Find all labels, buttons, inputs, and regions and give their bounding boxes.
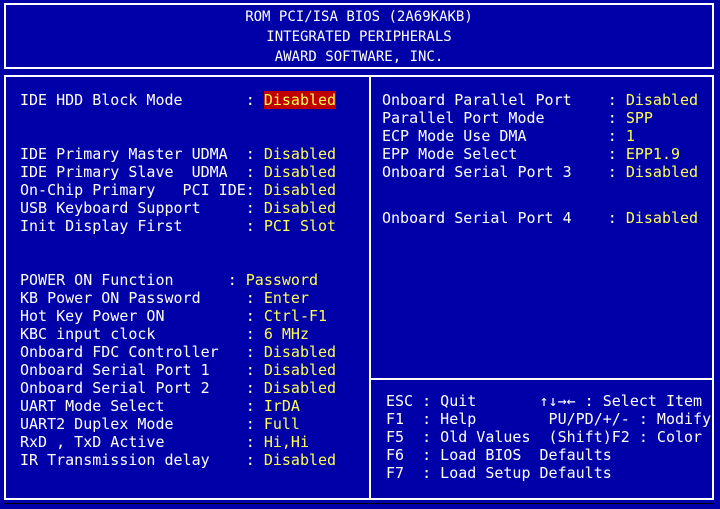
setting-value[interactable]: 1 — [626, 127, 635, 145]
setting-label: Onboard Serial Port 3 : — [382, 163, 626, 181]
setting-label: UART Mode Select : — [20, 397, 264, 415]
setting-row[interactable]: USB Keyboard Support : Disabled — [20, 199, 336, 217]
setting-label: IDE Primary Master UDMA : — [20, 145, 264, 163]
setting-value[interactable]: Disabled — [264, 343, 336, 361]
setting-label: Onboard Serial Port 1 : — [20, 361, 264, 379]
setting-value[interactable]: 6 MHz — [264, 325, 309, 343]
setting-label: KB Power ON Password : — [20, 289, 264, 307]
setting-value[interactable]: Password — [246, 271, 318, 289]
setting-value[interactable]: Disabled — [264, 199, 336, 217]
setting-value[interactable]: Disabled — [264, 163, 336, 181]
help-line: F1 : Help PU/PD/+/- : Modify — [386, 410, 712, 428]
setting-label: EPP Mode Select : — [382, 145, 626, 163]
setting-label: IDE HDD Block Mode : — [20, 91, 264, 109]
setting-row[interactable]: Onboard Serial Port 4 : Disabled — [382, 209, 698, 227]
setting-row[interactable]: On-Chip Primary PCI IDE: Disabled — [20, 181, 336, 199]
setting-row[interactable]: IDE Primary Slave UDMA : Disabled — [20, 163, 336, 181]
setting-row[interactable]: IDE Primary Master UDMA : Disabled — [20, 145, 336, 163]
setting-row[interactable]: Init Display First : PCI Slot — [20, 217, 336, 235]
setting-row[interactable]: Onboard FDC Controller : Disabled — [20, 343, 336, 361]
setting-label: ECP Mode Use DMA : — [382, 127, 626, 145]
setting-value[interactable]: IrDA — [264, 397, 300, 415]
setting-value[interactable]: Disabled — [626, 91, 698, 109]
setting-row[interactable]: KB Power ON Password : Enter — [20, 289, 309, 307]
setting-label: Init Display First : — [20, 217, 264, 235]
setting-label: IDE Primary Slave UDMA : — [20, 163, 264, 181]
setting-label: Onboard Parallel Port : — [382, 91, 626, 109]
setting-value[interactable]: PCI Slot — [264, 217, 336, 235]
setting-row[interactable]: Parallel Port Mode : SPP — [382, 109, 653, 127]
setting-row[interactable]: EPP Mode Select : EPP1.9 — [382, 145, 680, 163]
setting-label: Hot Key Power ON : — [20, 307, 264, 325]
setting-row[interactable]: UART Mode Select : IrDA — [20, 397, 300, 415]
setting-value[interactable]: Hi,Hi — [264, 433, 309, 451]
setting-value[interactable]: Disabled — [264, 379, 336, 397]
setting-row[interactable]: Onboard Parallel Port : Disabled — [382, 91, 698, 109]
setting-row[interactable]: IDE HDD Block Mode : Disabled — [20, 91, 337, 109]
settings-panel: IDE HDD Block Mode : Disabled IDE Primary… — [4, 75, 714, 500]
vendor-name: AWARD SOFTWARE, INC. — [274, 49, 444, 65]
setting-value[interactable]: Disabled — [626, 163, 698, 181]
setting-value[interactable]: Disabled — [264, 145, 336, 163]
setting-label: IR Transmission delay : — [20, 451, 264, 469]
setting-label: Parallel Port Mode : — [382, 109, 626, 127]
setting-label: USB Keyboard Support : — [20, 199, 264, 217]
setting-value[interactable]: Disabled — [626, 209, 698, 227]
setting-row[interactable]: RxD , TxD Active : Hi,Hi — [20, 433, 309, 451]
bios-title: ROM PCI/ISA BIOS (2A69KAKB) — [245, 9, 473, 25]
setting-row[interactable]: Onboard Serial Port 1 : Disabled — [20, 361, 336, 379]
column-divider — [369, 77, 371, 498]
setting-label: On-Chip Primary PCI IDE: — [20, 181, 264, 199]
setting-value[interactable]: Disabled — [264, 451, 336, 469]
setting-row[interactable]: Onboard Serial Port 3 : Disabled — [382, 163, 698, 181]
section-title: INTEGRATED PERIPHERALS — [266, 29, 452, 45]
help-line: ESC : Quit ↑↓→← : Select Item — [386, 392, 703, 410]
setting-row[interactable]: IR Transmission delay : Disabled — [20, 451, 336, 469]
selected-setting-value[interactable]: Disabled — [263, 91, 337, 109]
setting-label: Onboard FDC Controller : — [20, 343, 264, 361]
help-line: F7 : Load Setup Defaults — [386, 464, 612, 482]
setting-label: UART2 Duplex Mode : — [20, 415, 264, 433]
setting-row[interactable]: Onboard Serial Port 2 : Disabled — [20, 379, 336, 397]
setting-label: KBC input clock : — [20, 325, 264, 343]
bottom-border — [4, 503, 714, 504]
setting-value[interactable]: Disabled — [264, 361, 336, 379]
help-line: F5 : Old Values (Shift)F2 : Color — [386, 428, 703, 446]
setting-row[interactable]: KBC input clock : 6 MHz — [20, 325, 309, 343]
help-line: F6 : Load BIOS Defaults — [386, 446, 612, 464]
setting-row[interactable]: UART2 Duplex Mode : Full — [20, 415, 300, 433]
setting-label: POWER ON Function : — [20, 271, 246, 289]
setting-value[interactable]: Full — [264, 415, 300, 433]
setting-value[interactable]: Disabled — [264, 181, 336, 199]
bios-header: ROM PCI/ISA BIOS (2A69KAKB) INTEGRATED P… — [4, 3, 714, 69]
help-divider — [371, 378, 712, 380]
setting-value[interactable]: Enter — [264, 289, 309, 307]
setting-label: RxD , TxD Active : — [20, 433, 264, 451]
setting-label: Onboard Serial Port 2 : — [20, 379, 264, 397]
setting-row[interactable]: ECP Mode Use DMA : 1 — [382, 127, 635, 145]
setting-row[interactable]: Hot Key Power ON : Ctrl-F1 — [20, 307, 327, 325]
bios-screen: ROM PCI/ISA BIOS (2A69KAKB) INTEGRATED P… — [0, 0, 720, 509]
setting-value[interactable]: Ctrl-F1 — [264, 307, 327, 325]
setting-value[interactable]: EPP1.9 — [626, 145, 680, 163]
setting-label: Onboard Serial Port 4 : — [382, 209, 626, 227]
setting-value[interactable]: SPP — [626, 109, 653, 127]
setting-row[interactable]: POWER ON Function : Password — [20, 271, 318, 289]
